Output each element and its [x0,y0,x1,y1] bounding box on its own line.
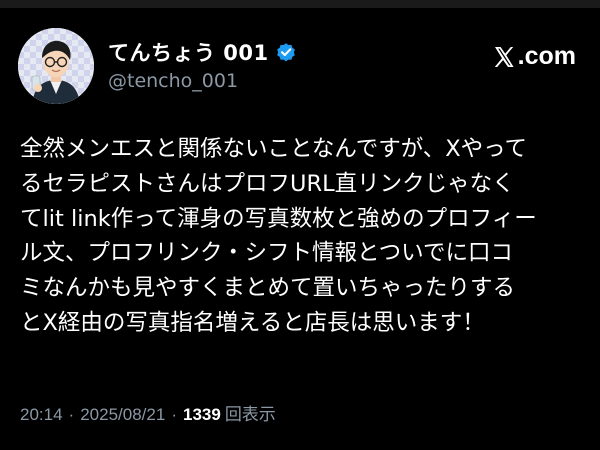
top-edge-bar [0,0,600,8]
meta-separator: · [68,405,75,424]
tweet-meta: 20:14 · 2025/08/21 · 1339 回表示 [20,400,276,425]
author-info: てんちょう 001 @tencho_001 [108,38,297,92]
handle[interactable]: @tencho_001 [108,70,297,92]
name-row: てんちょう 001 [108,38,297,66]
avatar[interactable] [18,28,94,104]
x-logo-icon [494,46,514,67]
meta-separator-2: · [171,405,177,424]
brand-domain: .com [517,42,576,70]
display-name[interactable]: てんちょう 001 [108,37,269,67]
brand-logo[interactable]: .com [492,42,576,71]
avatar-illustration-icon [18,28,94,104]
views-count[interactable]: 1339 [183,405,221,425]
tweet-date[interactable]: 2025/08/21 [80,405,165,425]
tweet-time[interactable]: 20:14 [20,405,63,425]
views-label: 回表示 [224,405,276,424]
tweet-text: 全然メンエスと関係ないことなんですが、Xやって るセラピストさんはプロフURL直… [20,136,537,336]
verified-badge-icon [276,43,295,62]
tweet-header: てんちょう 001 @tencho_001 .com [18,28,582,108]
